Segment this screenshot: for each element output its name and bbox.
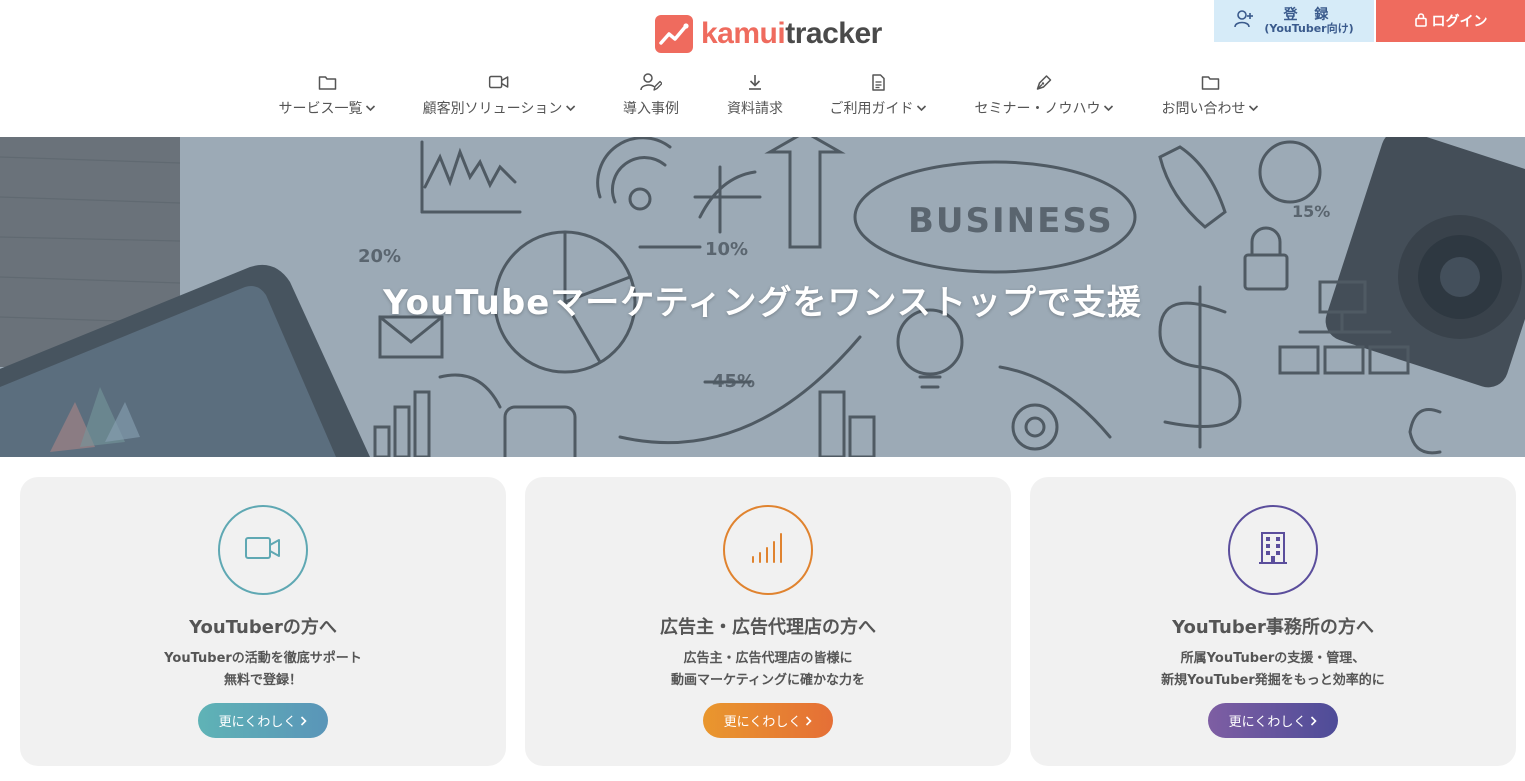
card-advertiser: 広告主・広告代理店の方へ 広告主・広告代理店の皆様に 動画マーケティングに確かな力… <box>525 477 1011 766</box>
video-icon <box>489 72 509 92</box>
card-description: 所属YouTuberの支援・管理、新規YouTuber発掘をもっと効率的に <box>1030 648 1516 692</box>
video-camera-icon <box>244 535 282 565</box>
card-desc-line: 新規YouTuber発掘をもっと効率的に <box>1161 673 1385 688</box>
document-icon <box>871 72 885 92</box>
card-description: YouTuberの活動を徹底サポート 無料で登録！ <box>20 648 506 692</box>
pen-icon <box>1036 72 1053 92</box>
register-button[interactable]: 登 録 (YouTuber向け) <box>1214 0 1374 42</box>
nav-item-solutions[interactable]: 顧客別ソリューション <box>423 72 576 118</box>
chevron-right-icon <box>301 715 308 726</box>
card-description: 広告主・広告代理店の皆様に 動画マーケティングに確かな力を <box>525 648 1011 692</box>
card-icon-circle <box>218 505 308 595</box>
nav-item-case-studies[interactable]: 導入事例 <box>623 72 679 118</box>
nav-label-text: 導入事例 <box>623 101 679 117</box>
nav-label: お問い合わせ <box>1162 98 1259 118</box>
card-desc-line: YouTuberの活動を徹底サポート <box>164 651 362 666</box>
nav-label-text: 資料請求 <box>727 101 783 117</box>
lock-icon <box>1414 12 1428 31</box>
chevron-down-icon <box>1103 104 1114 111</box>
logo-text-accent: kamui <box>701 17 786 50</box>
register-label: 登 録 <box>1283 6 1335 23</box>
nav-item-user-guide[interactable]: ご利用ガイド <box>830 72 927 118</box>
nav-label-text: セミナー・ノウハウ <box>974 101 1101 117</box>
chevron-down-icon <box>365 104 376 111</box>
nav-label: 顧客別ソリューション <box>423 98 576 118</box>
chevron-down-icon <box>916 104 927 111</box>
nav-label-text: 顧客別ソリューション <box>422 101 563 117</box>
folder-icon <box>318 72 336 92</box>
card-desc-line: 無料で登録！ <box>223 673 302 688</box>
more-details-button[interactable]: 更にくわしく <box>1208 703 1338 738</box>
card-agency: YouTuber事務所の方へ 所属YouTuberの支援・管理、新規YouTub… <box>1030 477 1516 766</box>
card-icon-circle <box>1228 505 1318 595</box>
nav-label: セミナー・ノウハウ <box>975 98 1114 118</box>
chevron-down-icon <box>565 104 575 111</box>
card-title: YouTuber事務所の方へ <box>1172 617 1374 638</box>
user-plus-icon <box>1234 10 1254 32</box>
nav-label: 資料請求 <box>727 98 783 118</box>
nav-label: ご利用ガイド <box>830 98 927 118</box>
more-details-button[interactable]: 更にくわしく <box>198 703 328 738</box>
hero-title: YouTubeマーケティングをワンストップで支援 <box>383 283 1142 323</box>
login-label: ログイン <box>1431 14 1488 30</box>
card-desc-line: 所属YouTuberの支援・管理、 <box>1180 651 1366 666</box>
user-edit-icon <box>640 72 662 92</box>
site-logo[interactable]: kamuitracker <box>655 14 882 54</box>
card-desc-line: 広告主・広告代理店の皆様に <box>683 651 853 666</box>
nav-item-services[interactable]: サービス一覧 <box>279 72 376 118</box>
folder-icon <box>1201 72 1219 92</box>
logo-chart-icon <box>655 15 693 53</box>
register-text: 登 録 (YouTuber向け) <box>1264 7 1353 36</box>
nav-item-document-request[interactable]: 資料請求 <box>727 72 783 118</box>
button-label: 更にくわしく <box>218 715 297 730</box>
card-desc-line: 動画マーケティングに確かな力を <box>671 673 865 688</box>
download-icon <box>747 72 763 92</box>
login-button[interactable]: ログイン <box>1376 0 1525 42</box>
nav-label: サービス一覧 <box>279 98 376 118</box>
button-label: 更にくわしく <box>1228 715 1307 730</box>
card-title: YouTuberの方へ <box>189 617 337 638</box>
nav-item-contact[interactable]: お問い合わせ <box>1162 72 1259 118</box>
hero-banner: BUSINESS 20% 10% 45% 15% YouTubeマーケティングを… <box>0 137 1525 457</box>
nav-item-seminars[interactable]: セミナー・ノウハウ <box>975 72 1114 118</box>
nav-label-text: お問い合わせ <box>1161 101 1246 117</box>
chevron-right-icon <box>806 715 813 726</box>
card-youtuber: YouTuberの方へ YouTuberの活動を徹底サポート 無料で登録！ 更にく… <box>20 477 506 766</box>
chevron-down-icon <box>1248 104 1259 111</box>
nav-label-text: サービス一覧 <box>278 101 363 117</box>
logo-text: kamuitracker <box>701 17 882 51</box>
button-label: 更にくわしく <box>723 715 802 730</box>
card-icon-circle <box>723 505 813 595</box>
register-sub-label: (YouTuber向け) <box>1264 21 1354 35</box>
nav-label: 導入事例 <box>623 98 679 118</box>
signal-bars-icon <box>750 531 786 569</box>
more-details-button[interactable]: 更にくわしく <box>703 703 833 738</box>
logo-text-main: tracker <box>785 17 882 50</box>
nav-label-text: ご利用ガイド <box>829 101 914 117</box>
chevron-right-icon <box>1311 715 1318 726</box>
main-nav: サービス一覧 顧客別ソリューション 導入事例 資料請求 ご利用ガイド セミナー・… <box>0 72 1525 122</box>
building-icon <box>1259 531 1287 569</box>
card-title: 広告主・広告代理店の方へ <box>660 617 876 638</box>
